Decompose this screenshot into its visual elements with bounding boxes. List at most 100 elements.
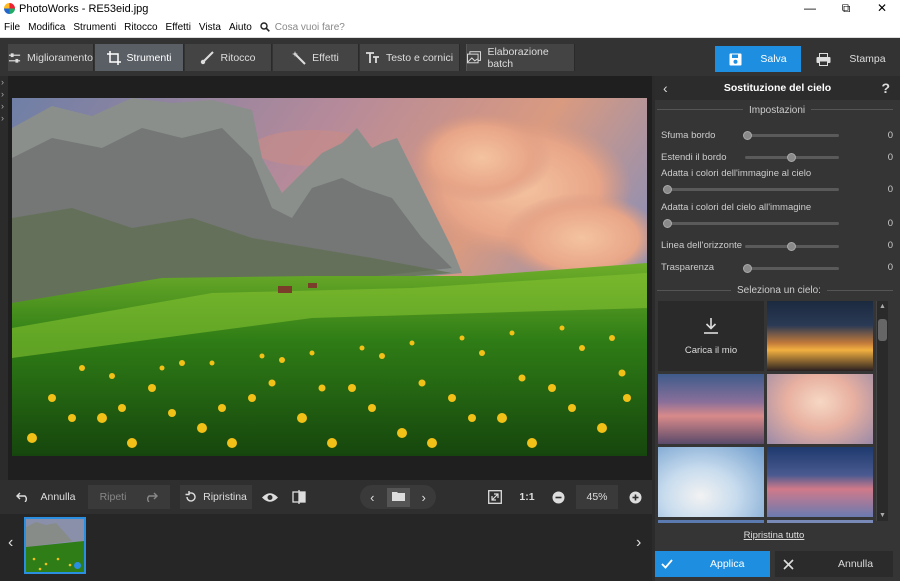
expand-arrow-icon[interactable]: › [0, 88, 8, 100]
filmstrip-prev-icon[interactable]: ‹ [8, 534, 13, 552]
slider-linea-orizzonte[interactable]: Linea dell'orizzonte 0 [661, 240, 893, 252]
sky-thumbnail[interactable] [767, 520, 873, 523]
slider-handle[interactable] [663, 185, 672, 194]
tab-strumenti[interactable]: Strumenti [95, 44, 184, 71]
sky-gallery-scrollbar[interactable]: ▲ ▼ [876, 301, 888, 521]
reset-icon [185, 491, 196, 502]
tab-ritocco[interactable]: Ritocco [185, 44, 272, 71]
reset-all-link[interactable]: Ripristina tutto [655, 530, 893, 541]
print-label: Stampa [849, 53, 886, 65]
undo-button[interactable]: Annulla [8, 485, 84, 509]
next-image-button[interactable]: › [422, 490, 426, 505]
compare-button[interactable] [288, 485, 310, 509]
slider-track[interactable] [745, 242, 839, 251]
slider-handle[interactable] [787, 153, 796, 162]
sky-thumbnail[interactable] [658, 447, 764, 517]
scroll-down-icon[interactable]: ▼ [878, 512, 887, 519]
tab-elaborazione-batch[interactable]: Elaborazione batch [466, 44, 575, 71]
edited-photo[interactable] [12, 98, 647, 456]
menu-ritocco[interactable]: Ritocco [120, 22, 161, 33]
menu-vista[interactable]: Vista [195, 22, 225, 33]
tab-label: Miglioramento [27, 51, 93, 64]
actual-size-button[interactable]: 1:1 [514, 485, 540, 509]
undo-icon [16, 492, 28, 502]
expand-arrow-icon[interactable]: › [0, 76, 8, 88]
slider-handle[interactable] [743, 131, 752, 140]
tab-miglioramento[interactable]: Miglioramento [8, 44, 94, 71]
slider-sfuma-bordo[interactable]: Sfuma bordo 0 [661, 130, 893, 142]
preview-eye-button[interactable] [258, 485, 282, 509]
restore-button[interactable]: ⧉ [828, 0, 864, 17]
apply-label: Applica [710, 558, 745, 570]
menu-aiuto[interactable]: Aiuto [225, 22, 256, 33]
back-icon[interactable]: ‹ [663, 80, 668, 96]
apply-button[interactable]: Applica [655, 551, 770, 577]
slider-track[interactable] [663, 185, 839, 194]
print-button[interactable]: Stampa [808, 46, 894, 72]
slider-handle[interactable] [743, 264, 752, 273]
expand-arrow-icon[interactable]: › [0, 100, 8, 112]
slider-estendi-bordo[interactable]: Estendi il bordo 0 [661, 152, 893, 164]
undo-label: Annulla [40, 491, 76, 503]
zoom-level[interactable]: 45% [576, 485, 618, 509]
menu-effetti[interactable]: Effetti [162, 22, 195, 33]
sky-thumbnail[interactable] [767, 374, 873, 444]
check-icon [661, 559, 673, 569]
filmstrip-thumbnail[interactable] [24, 517, 86, 574]
cancel-button[interactable]: Annulla [775, 551, 893, 577]
slider-handle[interactable] [787, 242, 796, 251]
slider-track[interactable] [743, 131, 839, 140]
slider-adatta-immagine[interactable]: Adatta i colori dell'immagine al cielo 0 [661, 168, 893, 195]
previous-image-button[interactable]: ‹ [370, 490, 374, 505]
load-own-label: Carica il mio [684, 344, 738, 356]
menu-strumenti[interactable]: Strumenti [69, 22, 120, 33]
zoom-out-button[interactable] [548, 485, 568, 509]
slider-adatta-cielo[interactable]: Adatta i colori del cielo all'immagine 0 [661, 202, 893, 229]
slider-trasparenza[interactable]: Trasparenza 0 [661, 262, 893, 274]
fit-to-screen-button[interactable] [484, 485, 506, 509]
edited-indicator-icon [74, 562, 81, 569]
text-icon [365, 51, 379, 63]
help-button[interactable]: ? [881, 80, 890, 96]
slider-track[interactable] [743, 264, 839, 273]
download-icon [704, 317, 718, 334]
minimize-button[interactable]: — [792, 0, 828, 17]
sky-thumbnail[interactable] [767, 447, 873, 517]
eye-icon [262, 492, 278, 502]
sliders-icon [8, 52, 21, 63]
sky-thumbnail[interactable] [658, 520, 764, 523]
sky-thumbnail[interactable] [658, 374, 764, 444]
folder-icon [391, 491, 405, 501]
open-folder-button[interactable] [386, 487, 410, 507]
scrollbar-thumb[interactable] [878, 319, 887, 341]
tab-label: Effetti [312, 51, 339, 64]
filmstrip-next-icon[interactable]: › [636, 534, 641, 552]
collapsed-panel-strip[interactable]: › › › › [0, 76, 8, 516]
slider-handle[interactable] [663, 219, 672, 228]
expand-arrow-icon[interactable]: › [0, 112, 8, 124]
title-bar: PhotoWorks - RE53eid.jpg — ⧉ ✕ [0, 0, 900, 17]
scroll-up-icon[interactable]: ▲ [878, 303, 887, 310]
batch-images-icon [467, 51, 481, 64]
panel-title: Sostituzione del cielo [723, 82, 832, 94]
load-own-sky-button[interactable]: Carica il mio [658, 301, 764, 371]
zoom-in-button[interactable] [625, 485, 645, 509]
close-button[interactable]: ✕ [864, 0, 900, 17]
slider-value: 0 [887, 184, 893, 195]
window-controls: — ⧉ ✕ [792, 0, 900, 17]
redo-button[interactable]: Ripeti [88, 485, 170, 509]
tab-effetti[interactable]: Effetti [273, 44, 359, 71]
redo-label: Ripeti [99, 491, 127, 503]
magic-wand-icon [292, 50, 306, 65]
menu-file[interactable]: File [0, 22, 24, 33]
tab-testo-e-cornici[interactable]: Testo e cornici [360, 44, 460, 71]
sky-thumbnail[interactable] [767, 301, 873, 371]
slider-track[interactable] [663, 219, 839, 228]
reset-button[interactable]: Ripristina [180, 485, 252, 509]
save-button[interactable]: Salva [715, 46, 801, 72]
menu-search[interactable]: Cosa vuoi fare? [260, 22, 345, 33]
menu-modifica[interactable]: Modifica [24, 22, 69, 33]
close-icon [783, 558, 794, 570]
slider-track[interactable] [745, 153, 839, 162]
redo-icon [147, 492, 159, 502]
